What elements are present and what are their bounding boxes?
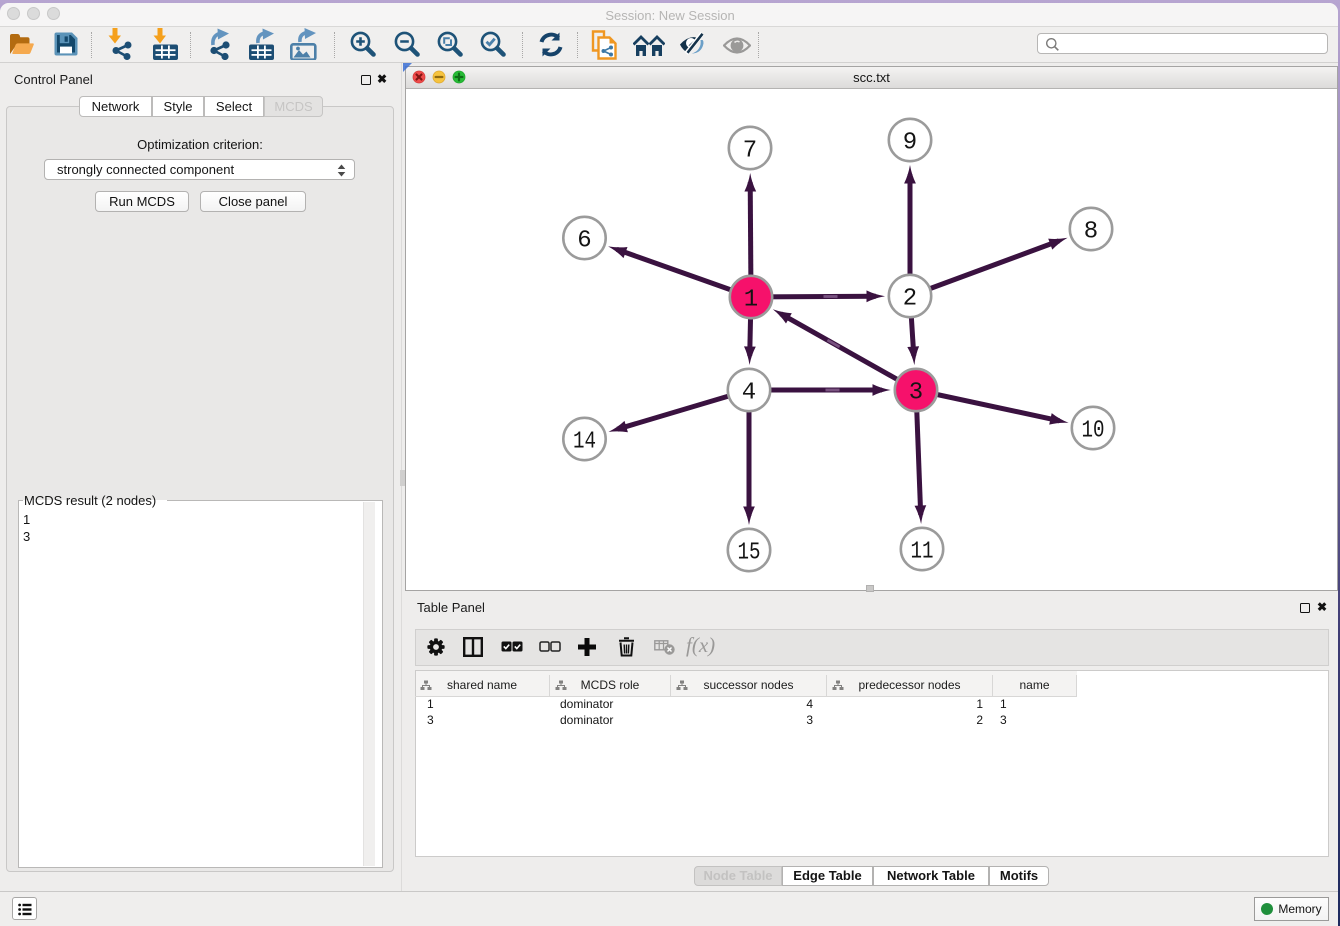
svg-text:8: 8 [1084, 219, 1098, 246]
svg-text:3: 3 [909, 380, 923, 407]
svg-text:11: 11 [911, 539, 934, 566]
svg-text:14: 14 [573, 429, 596, 456]
svg-text:15: 15 [738, 540, 761, 567]
svg-text:4: 4 [742, 380, 756, 407]
svg-text:7: 7 [743, 138, 757, 165]
svg-text:6: 6 [577, 228, 591, 255]
svg-text:9: 9 [903, 130, 917, 157]
svg-text:2: 2 [903, 286, 917, 313]
svg-text:1: 1 [744, 287, 758, 314]
svg-text:10: 10 [1082, 418, 1105, 445]
